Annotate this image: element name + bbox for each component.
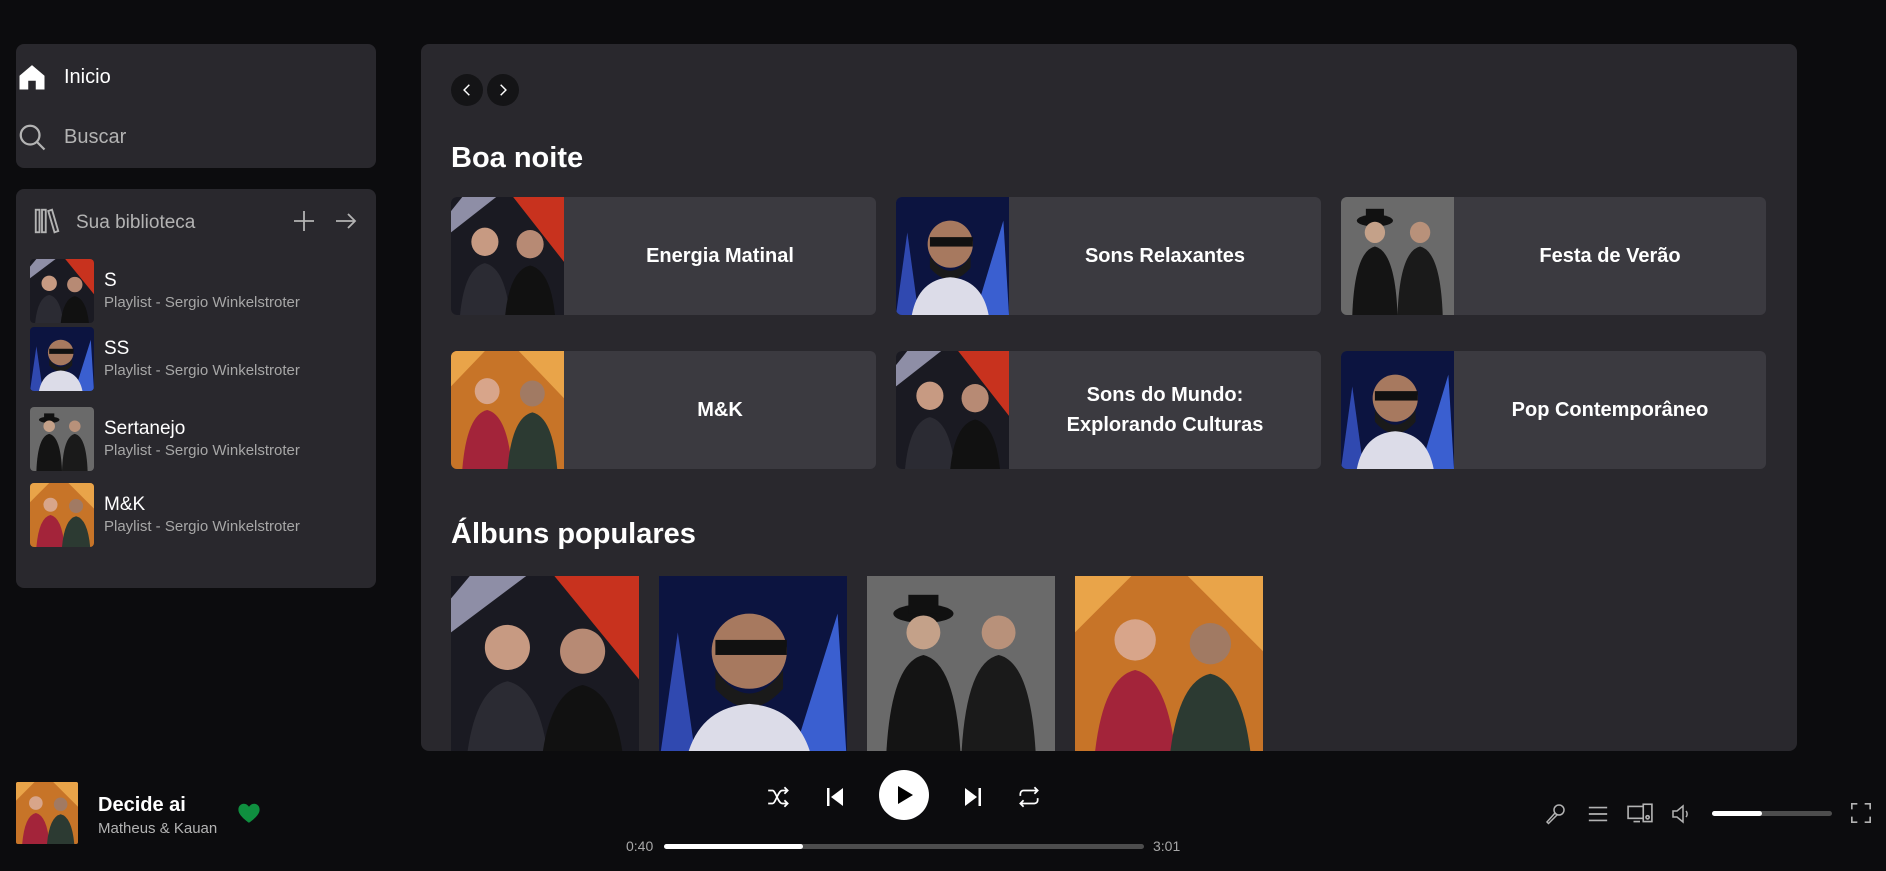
back-button[interactable] xyxy=(451,74,483,106)
playlist-title: SS xyxy=(104,338,130,359)
current-time: 0:40 xyxy=(626,838,654,854)
card-title: Energia Matinal xyxy=(646,245,794,267)
fullscreen-icon xyxy=(1851,803,1871,823)
nav-search[interactable]: Buscar xyxy=(16,119,126,155)
shuffle-icon xyxy=(768,786,789,808)
nav-search-label: Buscar xyxy=(64,125,127,148)
total-time: 3:01 xyxy=(1153,838,1181,854)
repeat-button[interactable] xyxy=(1014,782,1044,812)
device-icon xyxy=(1627,803,1653,823)
shortcut-card[interactable]: M&K xyxy=(451,351,876,469)
previous-button[interactable] xyxy=(820,782,850,812)
card-cover xyxy=(451,197,564,315)
album-cover[interactable] xyxy=(1075,576,1263,751)
song-title[interactable]: Decide ai xyxy=(98,794,186,817)
card-title: M&K xyxy=(697,399,743,421)
album-cover[interactable] xyxy=(867,576,1055,751)
library-item[interactable]: SS Playlist - Sergio Winkelstroter xyxy=(30,327,360,391)
nav-home-label: Inicio xyxy=(64,65,111,88)
volume-icon xyxy=(1672,804,1688,824)
now-playing-cover[interactable] xyxy=(16,782,78,844)
library-item[interactable]: M&K Playlist - Sergio Winkelstroter xyxy=(30,483,360,547)
song-artist[interactable]: Matheus & Kauan xyxy=(98,820,217,837)
card-title: Sons Relaxantes xyxy=(1084,245,1246,267)
playlist-title: Sertanejo xyxy=(104,418,186,439)
next-button[interactable] xyxy=(958,782,988,812)
chevron-right-icon xyxy=(500,84,507,96)
card-cover xyxy=(1341,197,1454,315)
playlist-subtitle: Playlist - Sergio Winkelstroter xyxy=(104,518,300,535)
album-cover[interactable] xyxy=(659,576,847,751)
playlist-cover xyxy=(30,483,94,547)
fullscreen-button[interactable] xyxy=(1848,800,1874,826)
play-icon xyxy=(898,786,913,804)
card-cover xyxy=(896,197,1009,315)
shortcut-card[interactable]: Sons do Mundo: Explorando Culturas xyxy=(896,351,1321,469)
microphone-icon xyxy=(1545,804,1565,825)
shuffle-button[interactable] xyxy=(764,782,794,812)
volume-slider[interactable] xyxy=(1712,811,1832,816)
home-icon xyxy=(16,61,48,93)
lyrics-button[interactable] xyxy=(1542,800,1570,828)
main-content: Boa noite Energia Matinal Sons Relaxante… xyxy=(421,44,1797,751)
card-cover xyxy=(896,351,1009,469)
play-button[interactable] xyxy=(879,770,929,820)
skip-forward-icon xyxy=(965,788,981,806)
playlist-title: S xyxy=(104,270,117,291)
shortcut-card[interactable]: Energia Matinal xyxy=(451,197,876,315)
progress-bar[interactable] xyxy=(664,844,1144,849)
album-cover[interactable] xyxy=(451,576,639,751)
card-cover xyxy=(451,351,564,469)
shortcut-card[interactable]: Pop Contemporâneo xyxy=(1341,351,1766,469)
library-title: Sua biblioteca xyxy=(76,212,196,233)
forward-button[interactable] xyxy=(487,74,519,106)
card-title: Festa de Verão xyxy=(1539,245,1681,267)
playlist-cover xyxy=(30,259,94,323)
chevron-left-icon xyxy=(463,84,470,96)
add-icon[interactable] xyxy=(290,207,318,235)
shortcut-card[interactable]: Festa de Verão xyxy=(1341,197,1766,315)
card-cover xyxy=(1341,351,1454,469)
playlist-subtitle: Playlist - Sergio Winkelstroter xyxy=(104,442,300,459)
queue-icon xyxy=(1588,806,1608,822)
playlist-cover xyxy=(30,407,94,471)
library-icon xyxy=(32,206,62,241)
card-title: Sons do Mundo: Explorando Culturas xyxy=(1066,384,1264,436)
playlist-cover xyxy=(30,327,94,391)
playlist-subtitle: Playlist - Sergio Winkelstroter xyxy=(104,294,300,311)
arrow-right-icon[interactable] xyxy=(332,207,360,235)
shortcut-card[interactable]: Sons Relaxantes xyxy=(896,197,1321,315)
volume-button[interactable] xyxy=(1668,800,1696,828)
playlist-title: M&K xyxy=(104,494,146,515)
albums-heading: Álbuns populares xyxy=(451,518,696,550)
library-item[interactable]: S Playlist - Sergio Winkelstroter xyxy=(30,259,360,323)
library-item[interactable]: Sertanejo Playlist - Sergio Winkelstrote… xyxy=(30,407,360,471)
greeting-heading: Boa noite xyxy=(451,142,584,174)
skip-back-icon xyxy=(827,788,843,806)
playlist-subtitle: Playlist - Sergio Winkelstroter xyxy=(104,362,300,379)
devices-button[interactable] xyxy=(1626,800,1654,828)
search-icon xyxy=(16,121,48,153)
card-title: Pop Contemporâneo xyxy=(1511,399,1709,421)
nav-home[interactable]: Inicio xyxy=(16,59,111,95)
heart-icon[interactable] xyxy=(236,800,262,831)
queue-button[interactable] xyxy=(1584,800,1612,828)
repeat-icon xyxy=(1019,786,1039,808)
